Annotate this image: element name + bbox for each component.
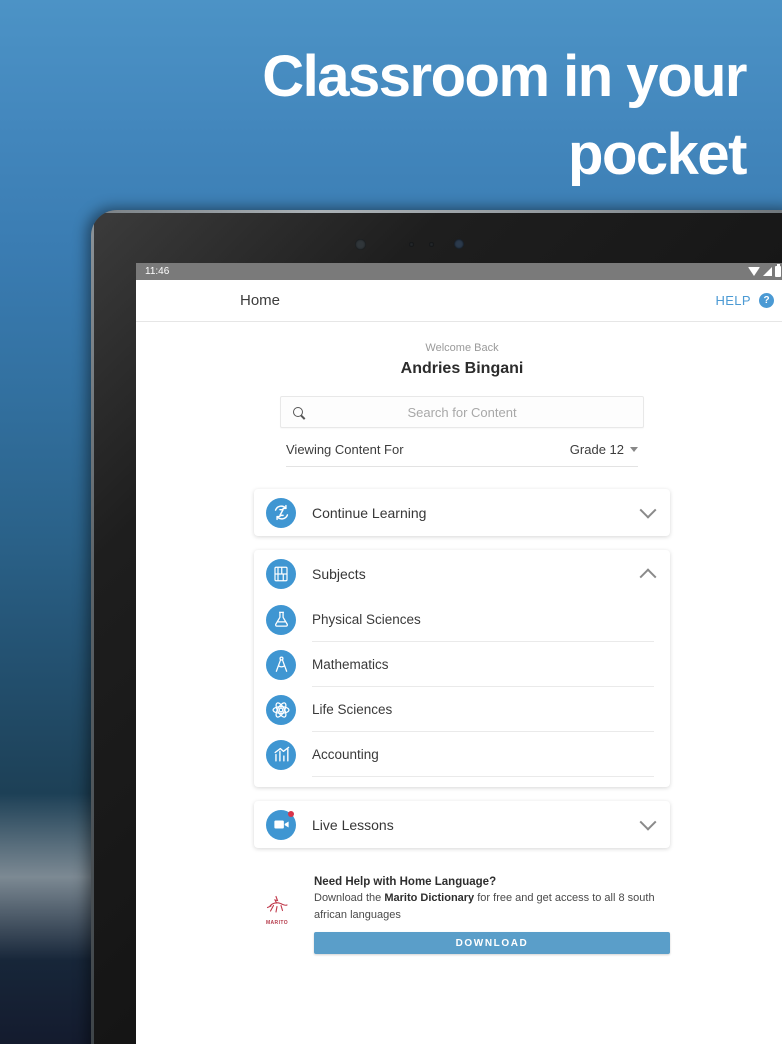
search-input[interactable]: Search for Content: [280, 396, 644, 428]
page-title: Home: [240, 292, 281, 309]
help-circle-icon[interactable]: ?: [759, 293, 774, 308]
promo-text-before: Download the: [314, 892, 385, 904]
light-sensor-icon: [429, 242, 434, 247]
status-bar: 11:46: [136, 263, 782, 280]
status-bar-clock: 11:46: [145, 266, 170, 277]
atom-icon: [266, 694, 296, 725]
marito-logo-word: MARITO: [265, 920, 289, 926]
card-title-subjects: Subjects: [312, 565, 366, 582]
subject-label: Accounting: [312, 732, 654, 777]
flask-icon: [266, 604, 296, 635]
accordion-list: Continue Learning Subjects Physical Scie…: [136, 467, 782, 848]
user-name: Andries Bingani: [400, 360, 524, 377]
subject-label: Physical Sciences: [312, 597, 654, 642]
status-bar-icons: [748, 264, 781, 277]
search-icon: [293, 407, 303, 417]
viewing-row: Viewing Content For Grade 12: [286, 442, 638, 467]
subjects-list: Physical Sciences Mathematics Life Scien…: [254, 597, 670, 787]
promo-description: Download the Marito Dictionary for free …: [314, 890, 670, 924]
viewing-content-label: Viewing Content For: [286, 442, 404, 457]
signal-icon: [763, 267, 772, 276]
accordion-header-live-lessons[interactable]: Live Lessons: [254, 801, 670, 848]
hero-headline: Classroom in your pocket: [0, 38, 747, 194]
marito-logo: MARITO: [254, 874, 300, 926]
list-item[interactable]: Accounting: [266, 732, 654, 777]
list-item[interactable]: Life Sciences: [266, 687, 654, 732]
hero-line-1: Classroom in your: [262, 44, 747, 109]
wifi-icon: [748, 267, 760, 276]
notification-led-icon: [454, 239, 464, 249]
tablet-device-frame: 11:46 Home HELP ? Welcome Back Andries B…: [91, 210, 782, 1044]
notification-badge: [288, 810, 294, 817]
chevron-down-icon[interactable]: [639, 813, 657, 831]
accordion-header-continue-learning[interactable]: Continue Learning: [254, 489, 670, 536]
accordion-header-subjects[interactable]: Subjects: [254, 550, 670, 597]
bookshelf-icon: [266, 558, 296, 589]
card-title-continue-learning: Continue Learning: [312, 504, 427, 521]
subject-label: Mathematics: [312, 642, 654, 687]
promo-banner: MARITO Need Help with Home Language? Dow…: [136, 862, 782, 954]
device-bezel-top: [91, 213, 782, 263]
refresh-hourglass-icon: [266, 497, 296, 528]
promo-text-bold: Marito Dictionary: [384, 892, 475, 904]
list-item[interactable]: Mathematics: [266, 642, 654, 687]
promo-body: Need Help with Home Language? Download t…: [314, 874, 670, 954]
front-camera-icon: [355, 239, 366, 250]
card-continue-learning: Continue Learning: [254, 489, 670, 536]
device-left-edge: [91, 210, 94, 1044]
help-label[interactable]: HELP: [715, 293, 751, 308]
download-button[interactable]: DOWNLOAD: [314, 932, 670, 954]
card-live-lessons: Live Lessons: [254, 801, 670, 848]
chevron-up-icon[interactable]: [639, 567, 657, 585]
grade-selector[interactable]: Grade 12: [570, 442, 638, 457]
card-subjects: Subjects Physical Sciences Mathematics L…: [254, 550, 670, 787]
chevron-down-icon[interactable]: [639, 501, 657, 519]
app-bar: Home HELP ?: [136, 280, 782, 322]
list-item[interactable]: Physical Sciences: [266, 597, 654, 642]
device-screen: 11:46 Home HELP ? Welcome Back Andries B…: [136, 263, 782, 1044]
help-action[interactable]: HELP ?: [715, 280, 774, 321]
chevron-down-icon: [630, 447, 638, 452]
card-title-live-lessons: Live Lessons: [312, 816, 394, 833]
promo-title: Need Help with Home Language?: [314, 876, 497, 888]
compass-icon: [266, 649, 296, 680]
grade-selected-value: Grade 12: [569, 442, 624, 457]
search-section: Search for Content: [136, 378, 782, 428]
search-placeholder: Search for Content: [407, 404, 517, 420]
home-content: Welcome Back Andries Bingani Search for …: [136, 322, 782, 1044]
battery-icon: [775, 264, 781, 277]
hero-line-2: pocket: [568, 122, 747, 187]
subject-label: Life Sciences: [312, 687, 654, 732]
welcome-label: Welcome Back: [425, 342, 499, 354]
viewing-section: Viewing Content For Grade 12: [136, 442, 782, 467]
proximity-sensor-icon: [409, 242, 414, 247]
bar-chart-icon: [266, 739, 296, 770]
video-camera-icon: [266, 809, 296, 840]
